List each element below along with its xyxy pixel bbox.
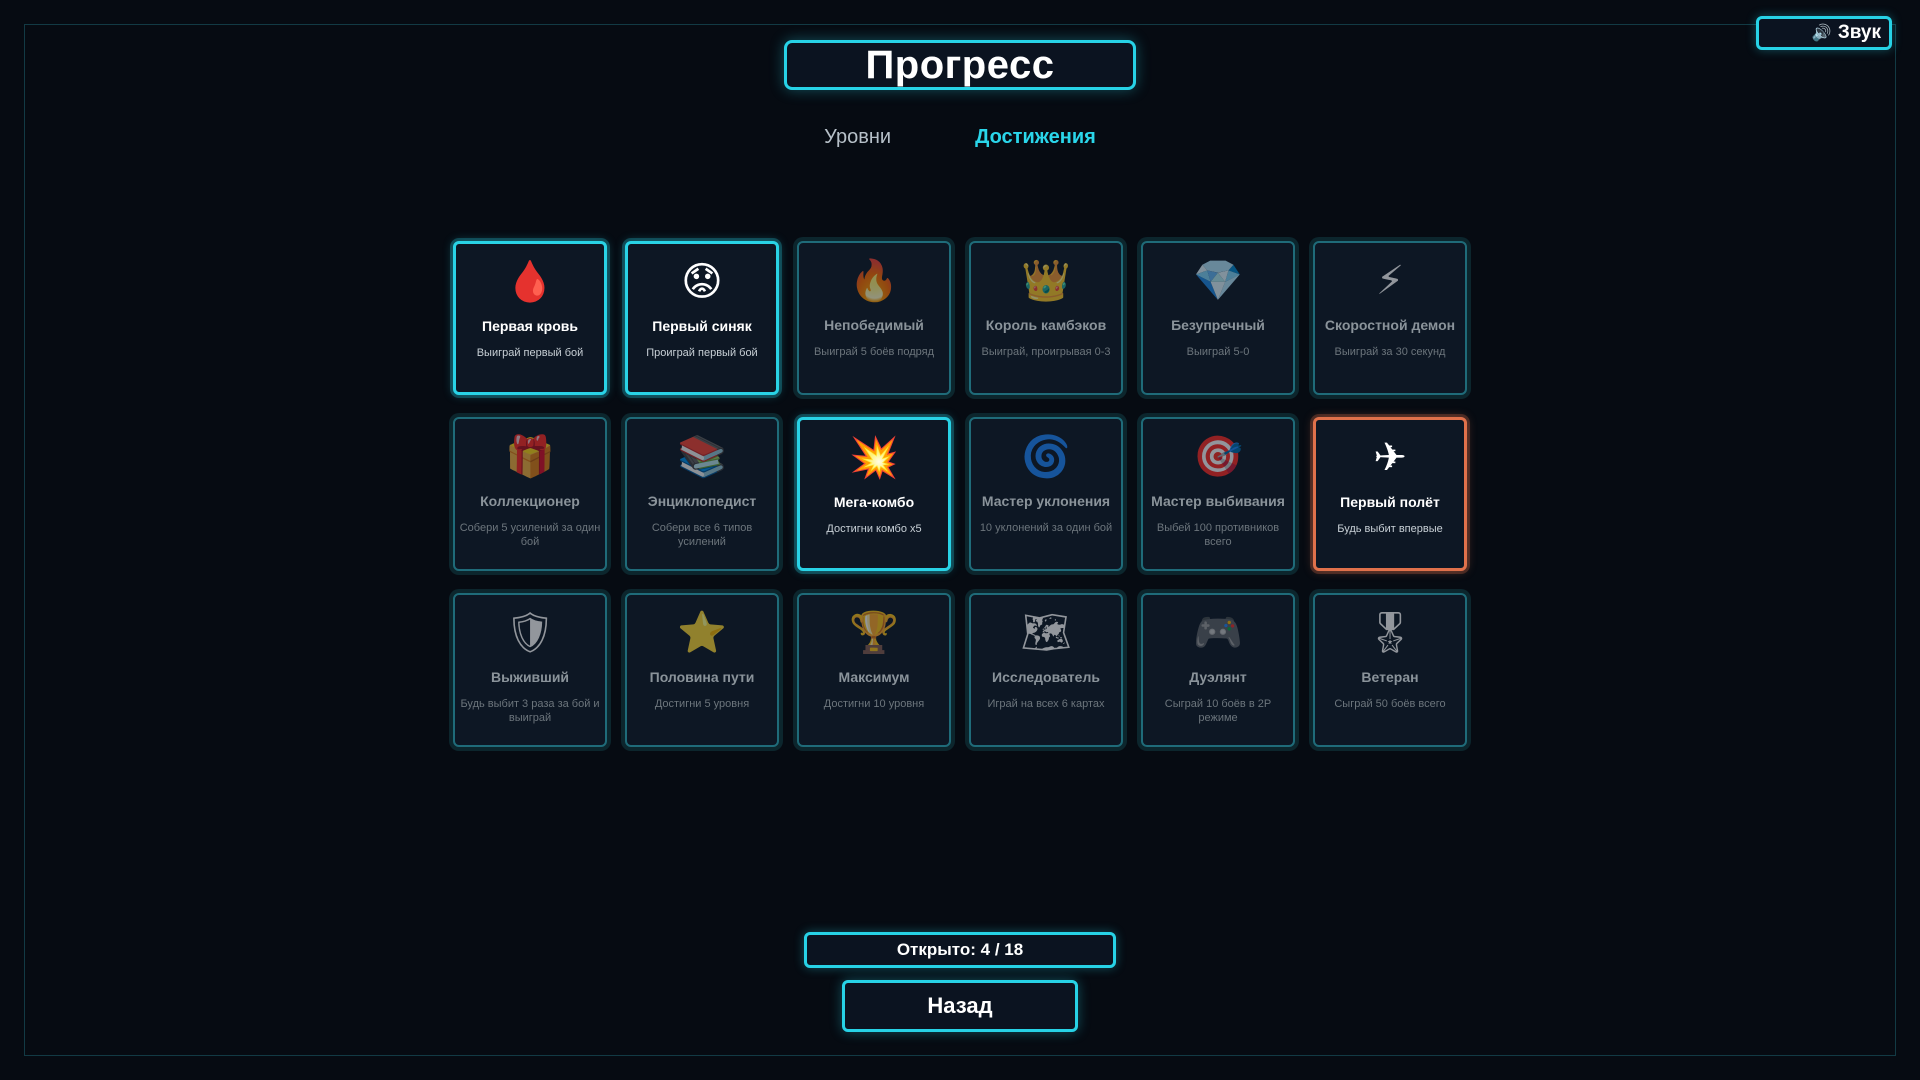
diamond-icon: 💎 <box>1193 258 1243 304</box>
medal-icon: 🎖 <box>1364 610 1416 656</box>
achievement-card[interactable]: 🎮 Дуэлянт Сыграй 10 боёв в 2P режиме <box>1141 593 1295 747</box>
achievement-description: Будь выбит 3 раза за бой и выиграй <box>460 698 600 724</box>
shield-icon: 🛡 <box>504 610 556 656</box>
fire-icon: 🔥 <box>849 258 899 304</box>
achievement-description: Собери все 6 типов усилений <box>651 522 753 548</box>
achievement-card[interactable]: 🛡 Выживший Будь выбит 3 раза за бой и выиг… <box>453 593 607 747</box>
tab-levels[interactable]: Уровни <box>824 126 891 149</box>
map-icon: 🗺 <box>1020 610 1072 656</box>
unlocked-counter: Открыто: 4 / 18 <box>804 932 1116 968</box>
achievement-description: Достигни 5 уровня <box>654 698 750 710</box>
achievement-card[interactable]: 🗺 Исследователь Играй на всех 6 картах <box>969 593 1123 747</box>
achievement-description: Достигни комбо x5 <box>826 523 922 535</box>
sound-toggle-button[interactable]: 🔊 Звук <box>1756 16 1892 50</box>
achievement-description: Выиграй, проигрывая 0-3 <box>981 346 1111 358</box>
crown-icon: 👑 <box>1021 258 1071 304</box>
achievement-name: Мастер выбивания <box>1151 493 1285 509</box>
achievement-card[interactable]: 💥 Мега-комбо Достигни комбо x5 <box>797 417 951 571</box>
achievement-name: Ветеран <box>1361 669 1419 685</box>
achievement-name: Первый полёт <box>1340 494 1440 510</box>
achievement-name: Мастер уклонения <box>981 493 1111 509</box>
gamepad-icon: 🎮 <box>1193 610 1243 656</box>
achievement-description: Сыграй 50 боёв всего <box>1334 698 1446 710</box>
page-title: Прогресс <box>784 40 1136 90</box>
achievement-name: Выживший <box>490 669 570 685</box>
achievement-card[interactable]: ⚡ Скоростной демон Выиграй за 30 секунд <box>1313 241 1467 395</box>
trophy-icon: 🏆 <box>849 610 899 656</box>
achievement-card[interactable]: 🎖 Ветеран Сыграй 50 боёв всего <box>1313 593 1467 747</box>
achievement-name: Дуэлянт <box>1189 669 1247 685</box>
lightning-icon: ⚡ <box>1375 258 1405 304</box>
achievement-card[interactable]: 🎯 Мастер выбивания Выбей 100 противников в… <box>1141 417 1295 571</box>
achievement-name: Энциклопедист <box>647 493 757 509</box>
achievement-description: Собери 5 усилений за один бой <box>459 522 601 548</box>
achievement-description: Сыграй 10 боёв в 2P режиме <box>1164 698 1272 724</box>
explosion-icon: 💥 <box>849 435 899 481</box>
back-button[interactable]: Назад <box>842 980 1078 1032</box>
achievement-card[interactable]: 🩸 Первая кровь Выиграй первый бой <box>453 241 607 395</box>
gift-icon: 🎁 <box>505 434 555 480</box>
achievement-card[interactable]: 🎁 Коллекционер Собери 5 усилений за один б… <box>453 417 607 571</box>
achievement-description: Выбей 100 противников всего <box>1156 522 1280 548</box>
achievement-description: Выиграй 5 боёв подряд <box>813 346 935 358</box>
achievement-name: Скоростной демон <box>1324 317 1456 333</box>
swirl-icon: 🌀 <box>1021 434 1071 480</box>
achievement-name: Исследователь <box>992 669 1100 685</box>
achievement-card[interactable]: ✈ Первый полёт Будь выбит впервые <box>1313 417 1467 571</box>
achievement-description: Будь выбит впервые <box>1337 523 1443 535</box>
speaker-icon: 🔊 <box>1811 25 1832 42</box>
achievement-name: Непобедимый <box>824 317 924 333</box>
achievement-card[interactable]: 👑 Король камбэков Выиграй, проигрывая 0-3 <box>969 241 1123 395</box>
tab-achievements[interactable]: Достижения <box>975 126 1096 149</box>
achievement-name: Половина пути <box>649 669 755 685</box>
achievement-card[interactable]: 💎 Безупречный Выиграй 5-0 <box>1141 241 1295 395</box>
achievement-name: Максимум <box>838 669 910 685</box>
achievement-name: Первая кровь <box>482 318 578 334</box>
achievement-description: Выиграй за 30 секунд <box>1334 346 1446 358</box>
achievement-description: Играй на всех 6 картах <box>987 698 1105 710</box>
achievement-card[interactable]: 🌀 Мастер уклонения 10 уклонений за один бо… <box>969 417 1123 571</box>
blood-drop-icon: 🩸 <box>505 259 555 305</box>
airplane-icon: ✈ <box>1373 435 1407 481</box>
achievement-name: Безупречный <box>1171 317 1265 333</box>
sound-label: Звук <box>1837 22 1881 43</box>
achievement-name: Король камбэков <box>985 317 1107 333</box>
achievement-description: 10 уклонений за один бой <box>979 522 1113 534</box>
achievement-card[interactable]: 🔥 Непобедимый Выиграй 5 боёв подряд <box>797 241 951 395</box>
achievement-card[interactable]: 😟 Первый синяк Проиграй первый бой <box>625 241 779 395</box>
achievement-card[interactable]: ⭐ Половина пути Достигни 5 уровня <box>625 593 779 747</box>
achievement-name: Первый синяк <box>652 318 752 334</box>
achievement-description: Достигни 10 уровня <box>823 698 925 710</box>
achievements-grid: 🩸 Первая кровь Выиграй первый бой 😟 Первый с… <box>453 241 1467 747</box>
books-icon: 📚 <box>677 434 727 480</box>
achievement-description: Выиграй 5-0 <box>1186 346 1250 358</box>
tab-bar: Уровни Достижения <box>0 126 1920 149</box>
sad-face-icon: 😟 <box>681 259 723 305</box>
achievement-description: Выиграй первый бой <box>476 347 584 359</box>
achievement-name: Коллекционер <box>480 493 580 509</box>
achievement-card[interactable]: 📚 Энциклопедист Собери все 6 типов усилени… <box>625 417 779 571</box>
achievement-card[interactable]: 🏆 Максимум Достигни 10 уровня <box>797 593 951 747</box>
star-icon: ⭐ <box>677 610 727 656</box>
achievement-description: Проиграй первый бой <box>646 347 758 359</box>
achievement-name: Мега-комбо <box>833 494 915 510</box>
target-icon: 🎯 <box>1193 434 1243 480</box>
